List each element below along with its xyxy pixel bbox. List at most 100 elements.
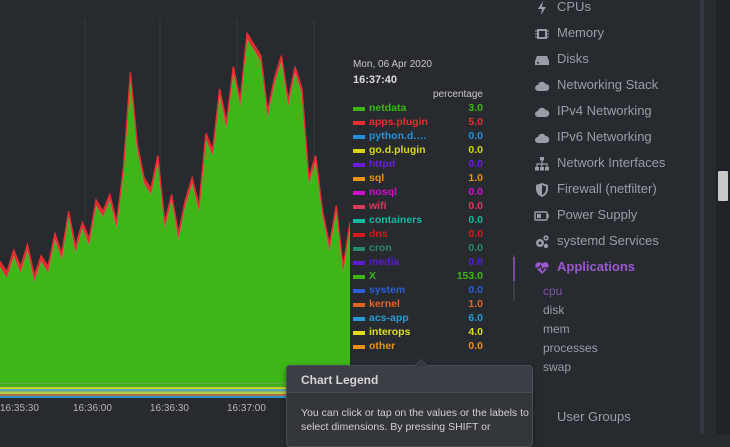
legend-row[interactable]: cron 0.0 [353, 242, 483, 256]
legend-dimension-value[interactable]: 1.0 [468, 298, 483, 310]
sidebar-subitem-disk[interactable]: disk [543, 303, 564, 317]
legend-dimension-value[interactable]: 0.0 [468, 144, 483, 156]
legend-swatch [353, 303, 365, 307]
panel-divider [700, 0, 704, 434]
legend-row[interactable]: other 0.0 [353, 340, 483, 354]
legend-row[interactable]: system 0.0 [353, 284, 483, 298]
battery-icon [534, 208, 550, 224]
legend-swatch [353, 149, 365, 153]
legend-row[interactable]: dns 0.0 [353, 228, 483, 242]
legend-dimension-name[interactable]: apps.plugin [369, 116, 431, 128]
heartbeat-icon [534, 260, 550, 276]
legend-row[interactable]: containers 0.0 [353, 214, 483, 228]
legend-dimension-value[interactable]: 0.0 [468, 284, 483, 296]
legend-dimension-name[interactable]: python.d.… [369, 130, 431, 142]
cloud-icon [534, 78, 550, 94]
legend-swatch [353, 261, 365, 265]
legend-dimension-name[interactable]: system [369, 284, 431, 296]
legend-dimension-value[interactable]: 0.0 [468, 130, 483, 142]
legend-dimension-name[interactable]: netdata [369, 102, 431, 114]
cloud-icon [534, 104, 550, 120]
tooltip-body: You can click or tap on the values or th… [301, 407, 529, 433]
sidebar-subitem-swap[interactable]: swap [543, 360, 571, 374]
legend-dimension-name[interactable]: httpd [369, 158, 431, 170]
legend-time: 16:37:40 [353, 74, 398, 86]
legend-dimension-name[interactable]: media [369, 256, 431, 268]
legend-row[interactable]: kernel 1.0 [353, 298, 483, 312]
legend-dimension-value[interactable]: 0.0 [468, 200, 483, 212]
sidebar-nav: CPUs Memory Disks Networking Stack IPv4 Netw… [522, 0, 700, 434]
bolt-icon [534, 0, 550, 16]
legend-dimension-value[interactable]: 0.0 [468, 228, 483, 240]
sidebar-subitem-cpu[interactable]: cpu [543, 284, 562, 298]
legend-dimension-name[interactable]: other [369, 340, 431, 352]
sidebar-subitem-processes[interactable]: processes [543, 341, 598, 355]
legend-dimension-value[interactable]: 0.0 [468, 242, 483, 254]
legend-swatch [353, 345, 365, 349]
legend-row[interactable]: acs-app 6.0 [353, 312, 483, 326]
legend-row[interactable]: httpd 0.0 [353, 158, 483, 172]
x-tick-label: 16:36:00 [73, 403, 112, 414]
legend-row[interactable]: media 0.0 [353, 256, 483, 270]
legend-dimension-value[interactable]: 0.0 [468, 158, 483, 170]
legend-swatch [353, 289, 365, 293]
x-tick-label: 16:37:00 [227, 403, 266, 414]
legend-dimension-value[interactable]: 3.0 [468, 102, 483, 114]
legend-row[interactable]: sql 1.0 [353, 172, 483, 186]
legend-row[interactable]: go.d.plugin 0.0 [353, 144, 483, 158]
sidebar-item-label: Network Interfaces [557, 155, 666, 170]
scrollbar-thumb[interactable] [718, 171, 728, 201]
legend-swatch [353, 121, 365, 125]
legend-dimension-value[interactable]: 4.0 [468, 326, 483, 338]
legend-dimension-value[interactable]: 0.0 [468, 256, 483, 268]
tooltip-title: Chart Legend [301, 373, 379, 387]
legend-dimension-name[interactable]: wifi [369, 200, 431, 212]
legend-swatch [353, 233, 365, 237]
legend-dimension-value[interactable]: 6.0 [468, 312, 483, 324]
chart-legend-tooltip: Chart Legend You can click or tap on the… [286, 359, 533, 447]
legend-dimension-value[interactable]: 0.0 [468, 214, 483, 226]
legend-swatch [353, 177, 365, 181]
legend-swatch [353, 219, 365, 223]
legend-dimension-name[interactable]: acs-app [369, 312, 431, 324]
x-tick-label: 16:36:30 [150, 403, 189, 414]
legend-dimension-value[interactable]: 153.0 [457, 270, 483, 282]
sidebar-item-label: Disks [557, 51, 589, 66]
cogs-icon [534, 234, 550, 250]
legend-swatch [353, 205, 365, 209]
sidebar-item-label: systemd Services [557, 233, 659, 248]
legend-dimension-name[interactable]: dns [369, 228, 431, 240]
legend-row[interactable]: X 153.0 [353, 270, 483, 284]
sidebar-subitem-mem[interactable]: mem [543, 322, 570, 336]
legend-dimension-name[interactable]: nosql [369, 186, 431, 198]
legend-swatch [353, 331, 365, 335]
cloud-icon [534, 130, 550, 146]
legend-dimension-name[interactable]: go.d.plugin [369, 144, 431, 156]
sidebar-item-label: Applications [557, 259, 636, 274]
legend-swatch [353, 247, 365, 251]
legend-dimension-name[interactable]: sql [369, 172, 431, 184]
legend-dimension-name[interactable]: cron [369, 242, 431, 254]
chip-icon [534, 26, 550, 42]
legend-dimension-name[interactable]: X [369, 270, 431, 282]
legend-dimension-value[interactable]: 5.0 [468, 116, 483, 128]
legend-row[interactable]: wifi 0.0 [353, 200, 483, 214]
legend-row[interactable]: nosql 0.0 [353, 186, 483, 200]
sidebar-item-label: Networking Stack [557, 77, 659, 92]
legend-scroll-indicator[interactable] [513, 255, 515, 301]
legend-row[interactable]: netdata 3.0 [353, 102, 483, 116]
legend-dimension-value[interactable]: 0.0 [468, 186, 483, 198]
page-scrollbar[interactable] [716, 0, 730, 434]
legend-dimension-name[interactable]: containers [369, 214, 431, 226]
legend-row[interactable]: apps.plugin 5.0 [353, 116, 483, 130]
legend-row[interactable]: interops 4.0 [353, 326, 483, 340]
legend-row[interactable]: python.d.… 0.0 [353, 130, 483, 144]
legend-dimension-value[interactable]: 1.0 [468, 172, 483, 184]
legend-dimension-name[interactable]: kernel [369, 298, 431, 310]
legend-dimension-value[interactable]: 0.0 [468, 340, 483, 352]
sidebar-item-label: Power Supply [557, 207, 638, 222]
legend-units: percentage [432, 89, 483, 100]
legend-dimension-name[interactable]: interops [369, 326, 431, 338]
sidebar-item-label: IPv4 Networking [557, 103, 652, 118]
legend-swatch [353, 275, 365, 279]
